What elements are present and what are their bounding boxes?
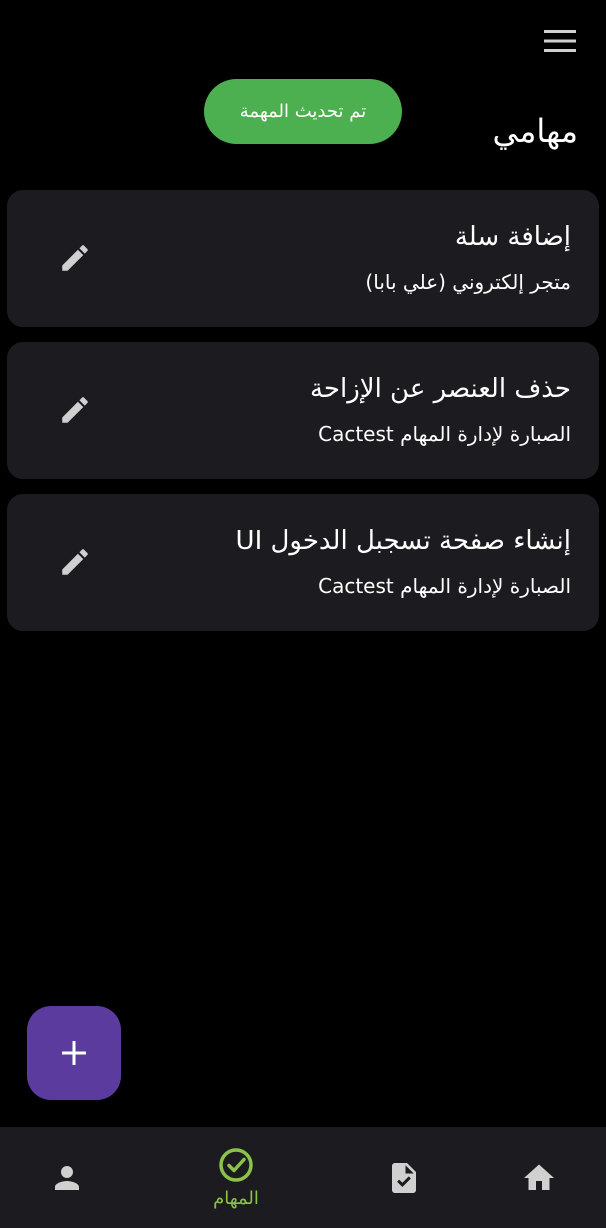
- add-task-button[interactable]: [27, 1006, 121, 1100]
- task-document-icon: [392, 1162, 416, 1193]
- page-title: مهامي: [492, 112, 578, 150]
- check-circle-icon: [219, 1148, 253, 1182]
- edit-icon: [62, 549, 88, 575]
- menu-icon: [544, 30, 576, 52]
- edit-icon: [62, 245, 88, 271]
- tasks-screen: تم تحديث المهمة مهامي إضافة سلة متجر إلك…: [0, 0, 606, 1228]
- status-toast: تم تحديث المهمة: [204, 79, 402, 144]
- task-title: إنشاء صفحة تسجبل الدخول UI: [235, 526, 571, 556]
- task-project: الصبارة لإدارة المهام Cactest: [318, 574, 571, 598]
- person-icon: [55, 1165, 79, 1190]
- nav-tasks[interactable]: المهام: [176, 1127, 296, 1228]
- bottom-navigation: المهام: [0, 1127, 606, 1228]
- nav-home[interactable]: [479, 1127, 599, 1228]
- edit-icon: [62, 397, 88, 423]
- nav-profile[interactable]: [7, 1127, 127, 1228]
- task-card[interactable]: إنشاء صفحة تسجبل الدخول UI الصبارة لإدار…: [7, 494, 599, 631]
- task-card[interactable]: حذف العنصر عن الإزاحة الصبارة لإدارة الم…: [7, 342, 599, 479]
- edit-task-button[interactable]: [53, 540, 97, 584]
- edit-task-button[interactable]: [53, 236, 97, 280]
- task-project: الصبارة لإدارة المهام Cactest: [318, 422, 571, 446]
- plus-icon: [62, 1041, 86, 1065]
- home-icon: [524, 1164, 554, 1190]
- edit-task-button[interactable]: [53, 388, 97, 432]
- task-title: إضافة سلة: [454, 222, 571, 252]
- task-card[interactable]: إضافة سلة متجر إلكتروني (علي بابا): [7, 190, 599, 327]
- nav-tasks-label: المهام: [213, 1188, 259, 1209]
- menu-button[interactable]: [542, 26, 578, 56]
- task-title: حذف العنصر عن الإزاحة: [309, 374, 571, 404]
- toast-message: تم تحديث المهمة: [239, 101, 367, 122]
- task-list: إضافة سلة متجر إلكتروني (علي بابا) حذف ا…: [7, 190, 599, 646]
- nav-task-documents[interactable]: [344, 1127, 464, 1228]
- task-project: متجر إلكتروني (علي بابا): [365, 270, 571, 294]
